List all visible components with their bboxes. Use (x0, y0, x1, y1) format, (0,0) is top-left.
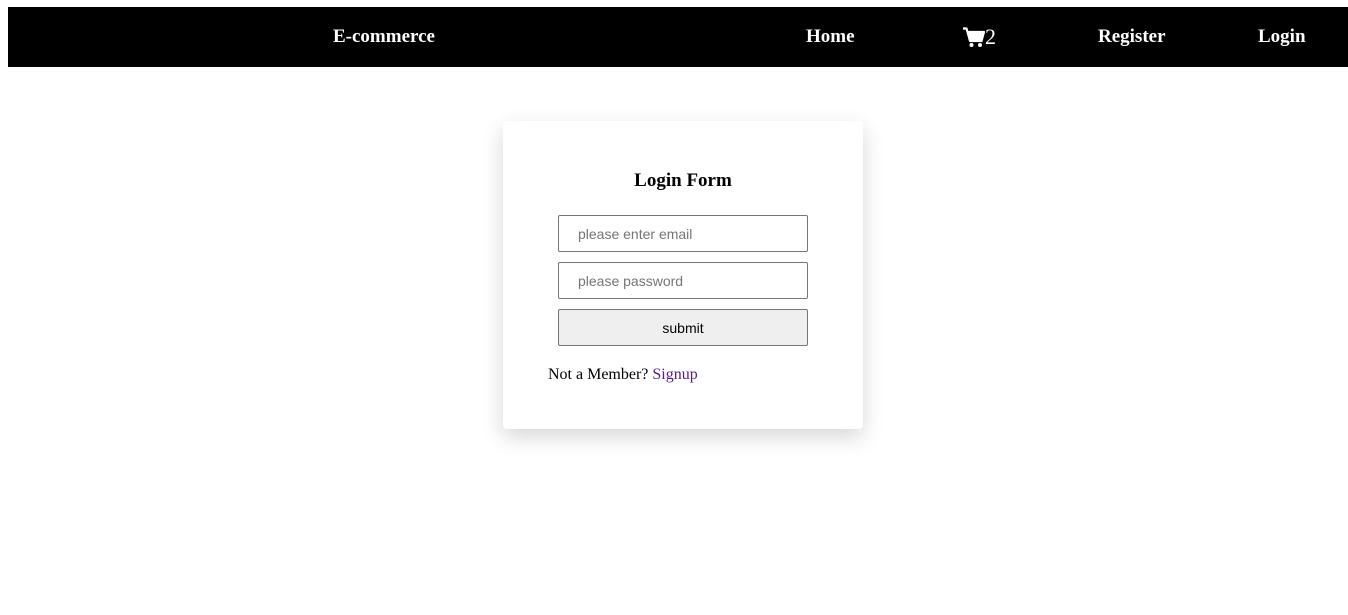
password-field[interactable] (558, 262, 808, 299)
shopping-cart-icon (963, 26, 985, 48)
brand-logo-text[interactable]: E-commerce (333, 7, 435, 67)
signup-prompt: Not a Member? Signup (548, 366, 698, 384)
signup-link[interactable]: Signup (652, 366, 697, 383)
cart-count-badge: 2 (985, 24, 996, 49)
nav-cart-link[interactable]: 2 (963, 7, 996, 67)
top-navbar: E-commerce Home 2 Register Login (8, 7, 1348, 67)
nav-login-link[interactable]: Login (1258, 7, 1306, 67)
page: E-commerce Home 2 Register Login Login F… (0, 0, 1348, 615)
form-title: Login Form (634, 170, 732, 191)
member-prompt-text: Not a Member? (548, 366, 649, 383)
nav-register-link[interactable]: Register (1098, 7, 1166, 67)
email-field[interactable] (558, 215, 808, 252)
nav-home-link[interactable]: Home (806, 7, 855, 67)
submit-button[interactable]: submit (558, 309, 808, 346)
login-card: Login Form submit Not a Member? Signup (503, 121, 863, 429)
